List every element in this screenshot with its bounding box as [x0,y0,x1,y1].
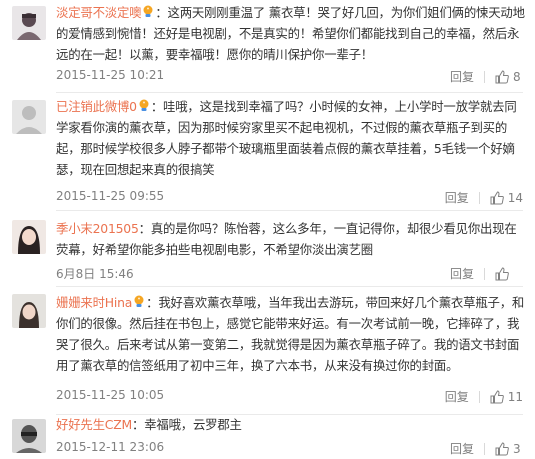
comment-text-block: 淡定哥不淡定噢 ：这两天刚刚重温了 薰衣草！哭了好几回，为你们姐们俩的悚天动地的爱… [56,2,527,65]
comment-date: 2015-11-25 10:05 [56,388,165,402]
comment-actions: 回复 [450,265,523,282]
comment-actions: 回复 14 [445,189,523,206]
comment-date: 6月8日 15:46 [56,267,134,281]
thumbs-up-icon[interactable] [495,441,509,456]
divider [484,267,485,280]
lightbulb-badge-icon [142,4,154,18]
comment-meta: 2015-11-25 10:21 回复 8 [56,68,523,86]
thumbs-up-icon[interactable] [495,69,509,84]
comment-item: 淡定哥不淡定噢 ：这两天刚刚重温了 薰衣草！哭了好几回，为你们姐们俩的悚天动地的爱… [0,0,535,92]
like-count: 11 [507,389,523,404]
comment-meta: 2015-12-11 23:06 回复 3 [56,440,523,458]
comment-actions: 回复 3 [450,440,523,457]
comment-item: 已注销此微博0 ：哇哦，这是找到幸福了吗？小时候的女神，上小学时一放学就去同学家看… [0,92,535,210]
comment-text-block: 姗姗来时Hina ：我好喜欢薰衣草哦，当年我出去游玩，带回来好几个薰衣草瓶子，和你… [56,292,527,376]
lightbulb-badge-icon [138,98,150,112]
comment-text: ：幸福哦，云罗郡主 [132,417,242,432]
comment-text-block: 好好先生CZM：幸福哦，云罗郡主 [56,414,527,435]
username-link[interactable]: 已注销此微博0 [56,99,137,114]
comment-item: 季小末201505：真的是你吗？陈怡蓉，这么多年，一直记得你，却很少看见你出现在… [0,210,535,286]
comment-item: 姗姗来时Hina ：我好喜欢薰衣草哦，当年我出去游玩，带回来好几个薰衣草瓶子，和你… [0,286,535,414]
like-count: 3 [513,441,521,456]
like-count: 14 [507,190,523,205]
thumbs-up-icon[interactable] [495,266,509,281]
comment-text-block: 已注销此微博0 ：哇哦，这是找到幸福了吗？小时候的女神，上小学时一放学就去同学家看… [56,96,527,180]
divider [484,442,485,455]
comment-actions: 回复 11 [445,388,523,405]
comment-actions: 回复 8 [450,68,523,85]
divider [478,191,480,204]
reply-button[interactable]: 回复 [450,68,474,85]
username-link[interactable]: 好好先生CZM [56,417,132,432]
like-count: 8 [513,69,521,84]
lightbulb-badge-icon [133,294,145,308]
comment-meta: 2015-11-25 10:05 回复 11 [56,388,523,406]
comment-date: 2015-12-11 23:06 [56,440,165,454]
username-link[interactable]: 姗姗来时Hina [56,295,132,310]
avatar[interactable] [12,294,46,328]
comment-date: 2015-11-25 10:21 [56,68,165,82]
reply-button[interactable]: 回复 [445,388,469,405]
reply-button[interactable]: 回复 [450,265,474,282]
comment-meta: 2015-11-25 09:55 回复 14 [56,189,523,207]
avatar[interactable] [12,100,46,134]
avatar[interactable] [12,220,46,254]
divider [478,390,480,403]
comment-text-block: 季小末201505：真的是你吗？陈怡蓉，这么多年，一直记得你，却很少看见你出现在… [56,218,527,260]
divider [484,70,485,83]
avatar[interactable] [12,419,46,453]
username-link[interactable]: 淡定哥不淡定噢 [56,5,142,20]
reply-button[interactable]: 回复 [450,440,474,457]
comment-date: 2015-11-25 09:55 [56,189,165,203]
comment-item: 好好先生CZM：幸福哦，云罗郡主 2015-12-11 23:06 回复 3 [0,414,535,459]
username-link[interactable]: 季小末201505 [56,221,139,236]
thumbs-up-icon[interactable] [490,389,504,404]
thumbs-up-icon[interactable] [490,190,504,205]
reply-button[interactable]: 回复 [445,189,469,206]
avatar[interactable] [12,6,46,40]
comment-meta: 6月8日 15:46 回复 [56,265,523,283]
